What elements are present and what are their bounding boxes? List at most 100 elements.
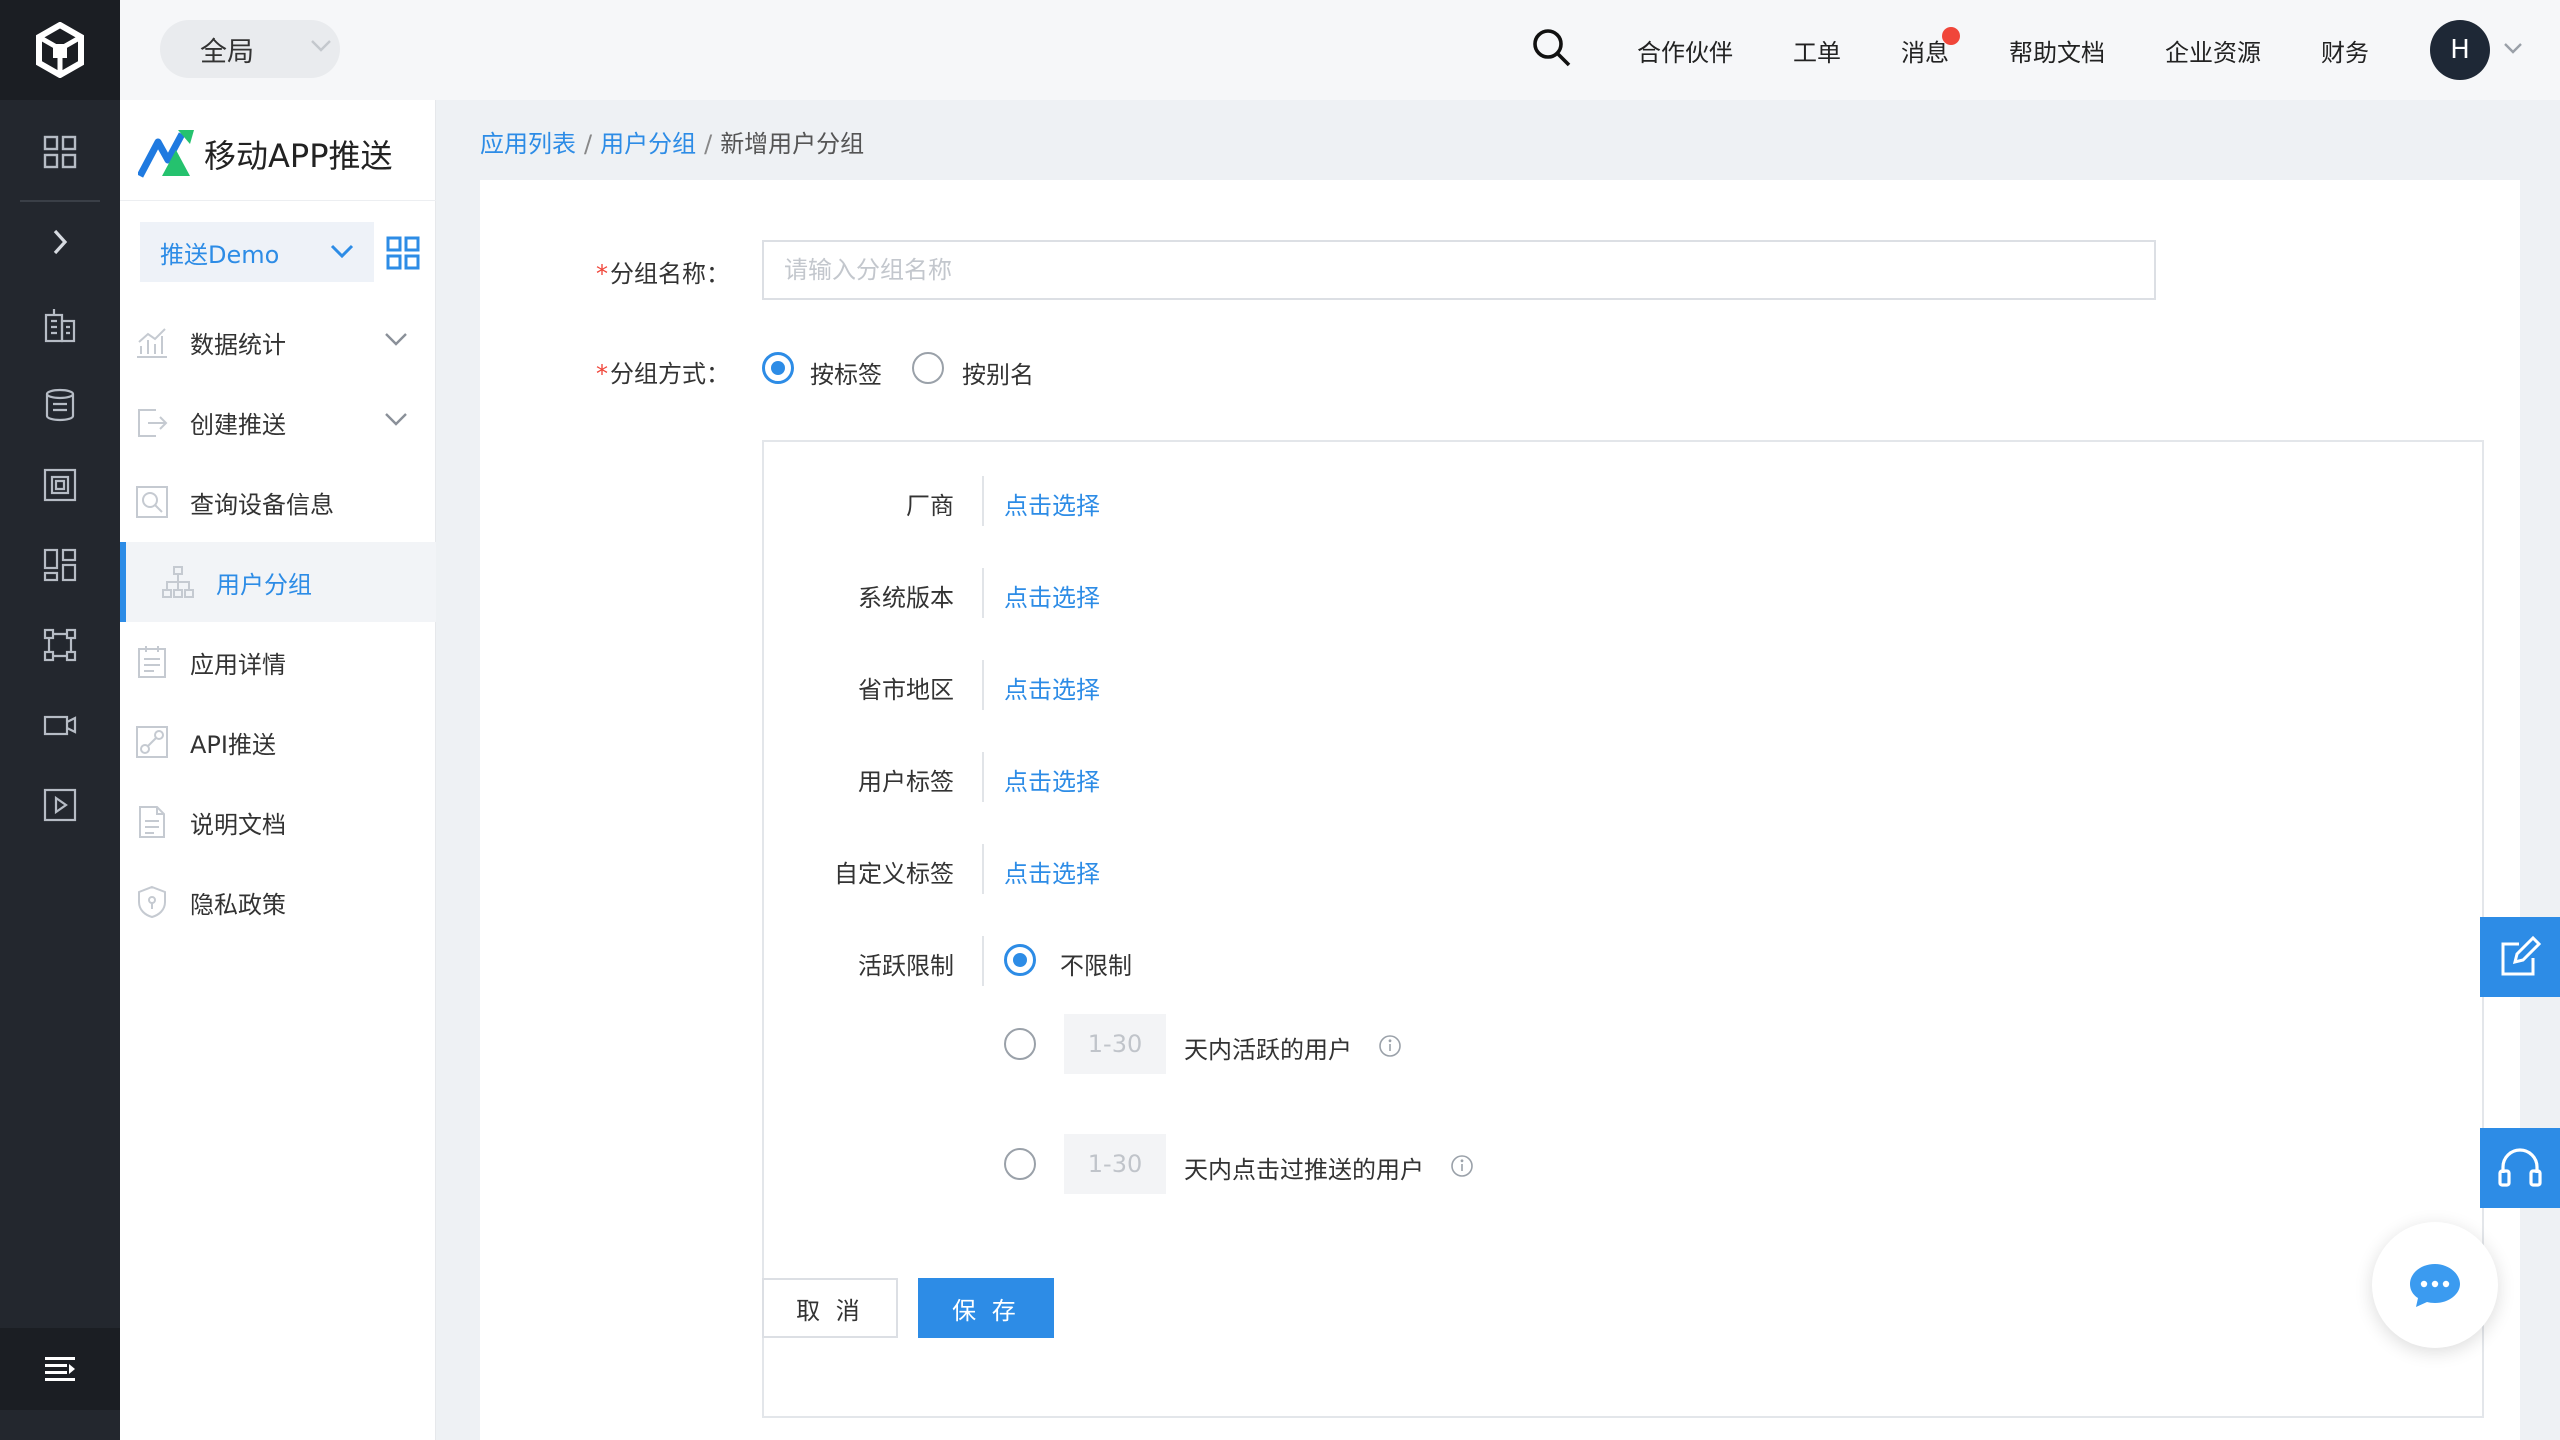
save-button[interactable]: 保 存: [918, 1278, 1054, 1338]
cancel-button[interactable]: 取 消: [762, 1278, 898, 1338]
filter-region-select-link[interactable]: 点击选择: [1004, 670, 1100, 705]
activity-unlimited-radio[interactable]: [1004, 944, 1036, 976]
list-doc-icon: [138, 646, 166, 678]
chevron-down-icon: [330, 244, 354, 258]
scope-label: 全局: [200, 36, 254, 68]
filter-custom-tag-label: 自定义标签: [834, 860, 954, 888]
feedback-button[interactable]: [2480, 917, 2560, 997]
support-button[interactable]: [2480, 1128, 2560, 1208]
filter-custom-tag-select-link[interactable]: 点击选择: [1004, 854, 1100, 889]
active-days-text: 天内活跃的用户: [1184, 1036, 1352, 1064]
group-name-input[interactable]: [762, 240, 2156, 300]
row-divider: [982, 936, 984, 986]
filter-user-tag-select-link[interactable]: 点击选择: [1004, 762, 1100, 797]
chevron-down-icon[interactable]: [2503, 42, 2523, 54]
rail-building-button[interactable]: [0, 295, 120, 355]
app-selector-value: 推送Demo: [160, 240, 280, 269]
rail-apps-button[interactable]: [0, 122, 120, 182]
chart-icon: [137, 328, 167, 358]
sidebar-item-label: 数据统计: [190, 330, 286, 359]
sidebar-divider: [120, 200, 436, 201]
app-selector[interactable]: 推送Demo: [140, 222, 374, 282]
chat-assistant-button[interactable]: [2372, 1222, 2498, 1348]
filter-user-tag-label: 用户标签: [858, 768, 954, 796]
avatar[interactable]: H: [2430, 20, 2490, 80]
filter-vendor-select-link[interactable]: 点击选择: [1004, 486, 1100, 521]
rail-collapse-button[interactable]: [0, 1328, 120, 1410]
rail-chip-button[interactable]: [0, 455, 120, 515]
activity-unlimited-label[interactable]: 不限制: [1060, 946, 1132, 981]
method-by-alias-radio[interactable]: [912, 352, 944, 384]
sidebar-item-docs[interactable]: 说明文档: [120, 782, 436, 862]
edit-icon: [2501, 936, 2541, 976]
row-divider: [982, 476, 984, 526]
shield-icon: [138, 885, 166, 919]
product-header: 移动APP推送: [138, 124, 393, 184]
filter-region-label: 省市地区: [858, 676, 954, 704]
chevron-down-icon: [311, 40, 331, 52]
required-mark: *: [596, 360, 608, 388]
sidebar-item-user-groups[interactable]: 用户分组: [120, 542, 436, 622]
nav-partners[interactable]: 合作伙伴: [1637, 0, 1733, 100]
info-icon[interactable]: [1378, 1034, 1402, 1058]
rail-camera-button[interactable]: [0, 695, 120, 755]
method-by-tag-radio[interactable]: [762, 352, 794, 384]
activity-limit-label: 活跃限制: [858, 952, 954, 980]
sidebar-item-api-push[interactable]: API推送: [120, 702, 436, 782]
nav-tickets[interactable]: 工单: [1793, 0, 1841, 100]
sidebar-item-label: 查询设备信息: [190, 490, 334, 519]
clicked-days-input[interactable]: [1064, 1134, 1166, 1194]
apps-grid-icon: [43, 135, 77, 169]
sidebar-item-device-query[interactable]: 查询设备信息: [120, 462, 436, 542]
sidebar-item-label: API推送: [190, 730, 276, 759]
chevron-down-icon[interactable]: [384, 412, 408, 426]
info-icon[interactable]: [1450, 1154, 1474, 1178]
network-icon: [43, 628, 77, 662]
rail-network-button[interactable]: [0, 615, 120, 675]
rail-dashboard-button[interactable]: [0, 535, 120, 595]
database-icon: [45, 388, 75, 422]
rail-database-button[interactable]: [0, 375, 120, 435]
sidebar-item-app-details[interactable]: 应用详情: [120, 622, 436, 702]
filter-conditions-box: 厂商 点击选择 系统版本 点击选择 省市地区 点击选择 用户标签 点击选择 自定…: [762, 440, 2484, 1418]
camera-icon: [43, 715, 77, 736]
product-sidebar: 移动APP推送 推送Demo 数据统计 创建推送 查询设备信息 用户分组 应用详…: [120, 100, 436, 1440]
nav-help-docs[interactable]: 帮助文档: [2009, 0, 2105, 100]
menu-toggle-icon: [45, 1357, 75, 1381]
sidebar-item-label: 说明文档: [190, 810, 286, 839]
app-grid-icon[interactable]: [386, 236, 420, 270]
chat-bubble-icon: [2410, 1264, 2460, 1307]
method-by-tag-label[interactable]: 按标签: [810, 355, 882, 390]
search-device-icon: [136, 486, 168, 518]
breadcrumb: 应用列表 / 用户分组 / 新增用户分组: [480, 124, 864, 159]
scope-selector[interactable]: 全局: [160, 20, 340, 78]
top-header: 全局 合作伙伴 工单 消息 帮助文档 企业资源 财务 H: [120, 0, 2560, 100]
row-divider: [982, 660, 984, 710]
sidebar-item-privacy[interactable]: 隐私政策: [120, 862, 436, 942]
brand-logo[interactable]: [0, 0, 120, 100]
active-days-input[interactable]: [1064, 1014, 1166, 1074]
chip-icon: [43, 468, 77, 502]
method-by-alias-label[interactable]: 按别名: [962, 355, 1034, 390]
nav-enterprise[interactable]: 企业资源: [2165, 0, 2261, 100]
sidebar-item-label: 创建推送: [190, 410, 286, 439]
breadcrumb-separator: /: [584, 130, 593, 158]
filter-vendor-label: 厂商: [906, 492, 954, 520]
search-icon[interactable]: [1530, 26, 1572, 68]
activity-active-days-radio[interactable]: [1004, 1028, 1036, 1060]
filter-os-version-select-link[interactable]: 点击选择: [1004, 578, 1100, 613]
nav-messages[interactable]: 消息: [1901, 0, 1949, 100]
breadcrumb-current: 新增用户分组: [720, 130, 865, 158]
chevron-down-icon[interactable]: [384, 332, 408, 346]
rail-media-button[interactable]: [0, 775, 120, 835]
breadcrumb-user-groups[interactable]: 用户分组: [600, 130, 696, 158]
activity-clicked-days-radio[interactable]: [1004, 1148, 1036, 1180]
global-nav-rail: [0, 0, 120, 1440]
org-tree-icon: [162, 566, 194, 598]
expand-chevron-icon: [53, 229, 68, 255]
rail-expand-button[interactable]: [0, 212, 120, 272]
row-divider: [982, 752, 984, 802]
row-divider: [982, 844, 984, 894]
nav-finance[interactable]: 财务: [2321, 0, 2369, 100]
breadcrumb-app-list[interactable]: 应用列表: [480, 130, 576, 158]
